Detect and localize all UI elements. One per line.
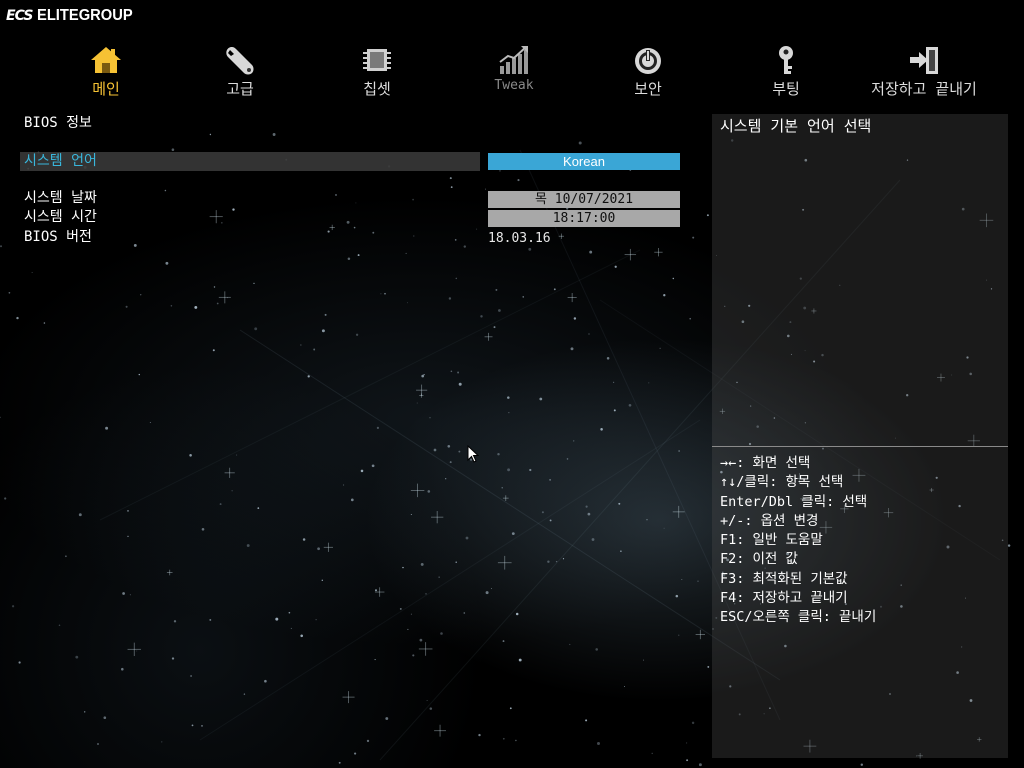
- tab-advanced-label: 고급: [226, 80, 254, 98]
- brand-logo: ECS ELITEGROUP: [6, 4, 141, 28]
- system-language-row[interactable]: 시스템 언어: [20, 152, 480, 171]
- tab-tweak-label: Tweak: [494, 78, 534, 93]
- hint-change-option: +/-: 옵션 변경: [720, 512, 819, 529]
- key-icon: [779, 46, 793, 74]
- tab-tweak[interactable]: Tweak: [446, 40, 582, 100]
- tab-boot[interactable]: 부팅: [718, 40, 854, 100]
- help-panel: 시스템 기본 언어 선택 →←: 화면 선택 ↑↓/클릭: 항목 선택 Ente…: [712, 114, 1008, 758]
- system-date-value[interactable]: 목 10/07/2021: [488, 191, 680, 208]
- settings-list: BIOS 정보 시스템 언어 Korean 시스템 날짜 목 10/07/202…: [20, 112, 700, 758]
- help-title: 시스템 기본 언어 선택: [720, 117, 872, 135]
- performance-chart-icon: [499, 46, 528, 74]
- hint-f3: F3: 최적화된 기본값: [720, 570, 848, 587]
- power-icon: [635, 48, 661, 74]
- tab-main[interactable]: 메인: [38, 40, 174, 100]
- system-time-label: 시스템 시간: [24, 209, 97, 225]
- section-title: BIOS 정보: [24, 115, 92, 131]
- bios-version-label: BIOS 버전: [24, 229, 92, 245]
- system-time-value[interactable]: 18:17:00: [488, 210, 680, 227]
- hint-enter: Enter/Dbl 클릭: 선택: [720, 493, 868, 510]
- mouse-cursor-icon: [467, 445, 479, 463]
- tab-save-exit-label: 저장하고 끝내기: [871, 80, 977, 98]
- system-language-value[interactable]: Korean: [488, 153, 680, 170]
- tab-chipset-label: 칩셋: [363, 80, 391, 98]
- tab-boot-label: 부팅: [772, 80, 800, 98]
- exit-icon: [910, 47, 938, 74]
- hint-esc: ESC/오른쪽 클릭: 끝내기: [720, 609, 877, 626]
- key-hints: →←: 화면 선택 ↑↓/클릭: 항목 선택 Enter/Dbl 클릭: 선택 …: [720, 454, 1004, 628]
- hint-f4: F4: 저장하고 끝내기: [720, 590, 848, 607]
- tab-main-label: 메인: [92, 80, 120, 98]
- house-icon: [91, 47, 121, 73]
- brand-name: ELITEGROUP: [37, 7, 134, 24]
- hint-item-select: ↑↓/클릭: 항목 선택: [720, 474, 844, 491]
- system-language-label: 시스템 언어: [24, 153, 97, 169]
- bios-version-value: 18.03.16: [488, 231, 551, 246]
- wrench-icon: [226, 47, 254, 75]
- system-date-label: 시스템 날짜: [24, 190, 97, 206]
- tab-save-exit[interactable]: 저장하고 끝내기: [856, 40, 992, 100]
- tab-chipset[interactable]: 칩셋: [309, 40, 445, 100]
- brand-badge: ECS: [6, 8, 33, 24]
- top-menu: 메인 고급 칩셋 Tweak 보안 부팅 저장하고 끝내기: [38, 40, 998, 100]
- tab-advanced[interactable]: 고급: [172, 40, 308, 100]
- bios-screen: ECS ELITEGROUP 메인 고급 칩셋 Tweak 보안 부팅 저장하고…: [0, 0, 1024, 768]
- hint-f2: F2: 이전 값: [720, 551, 798, 568]
- chip-icon: [363, 49, 391, 71]
- hint-screen-select: →←: 화면 선택: [720, 455, 811, 471]
- help-divider: [712, 446, 1008, 447]
- tab-security-label: 보안: [634, 80, 662, 98]
- hint-f1: F1: 일반 도움말: [720, 532, 823, 549]
- tab-security[interactable]: 보안: [580, 40, 716, 100]
